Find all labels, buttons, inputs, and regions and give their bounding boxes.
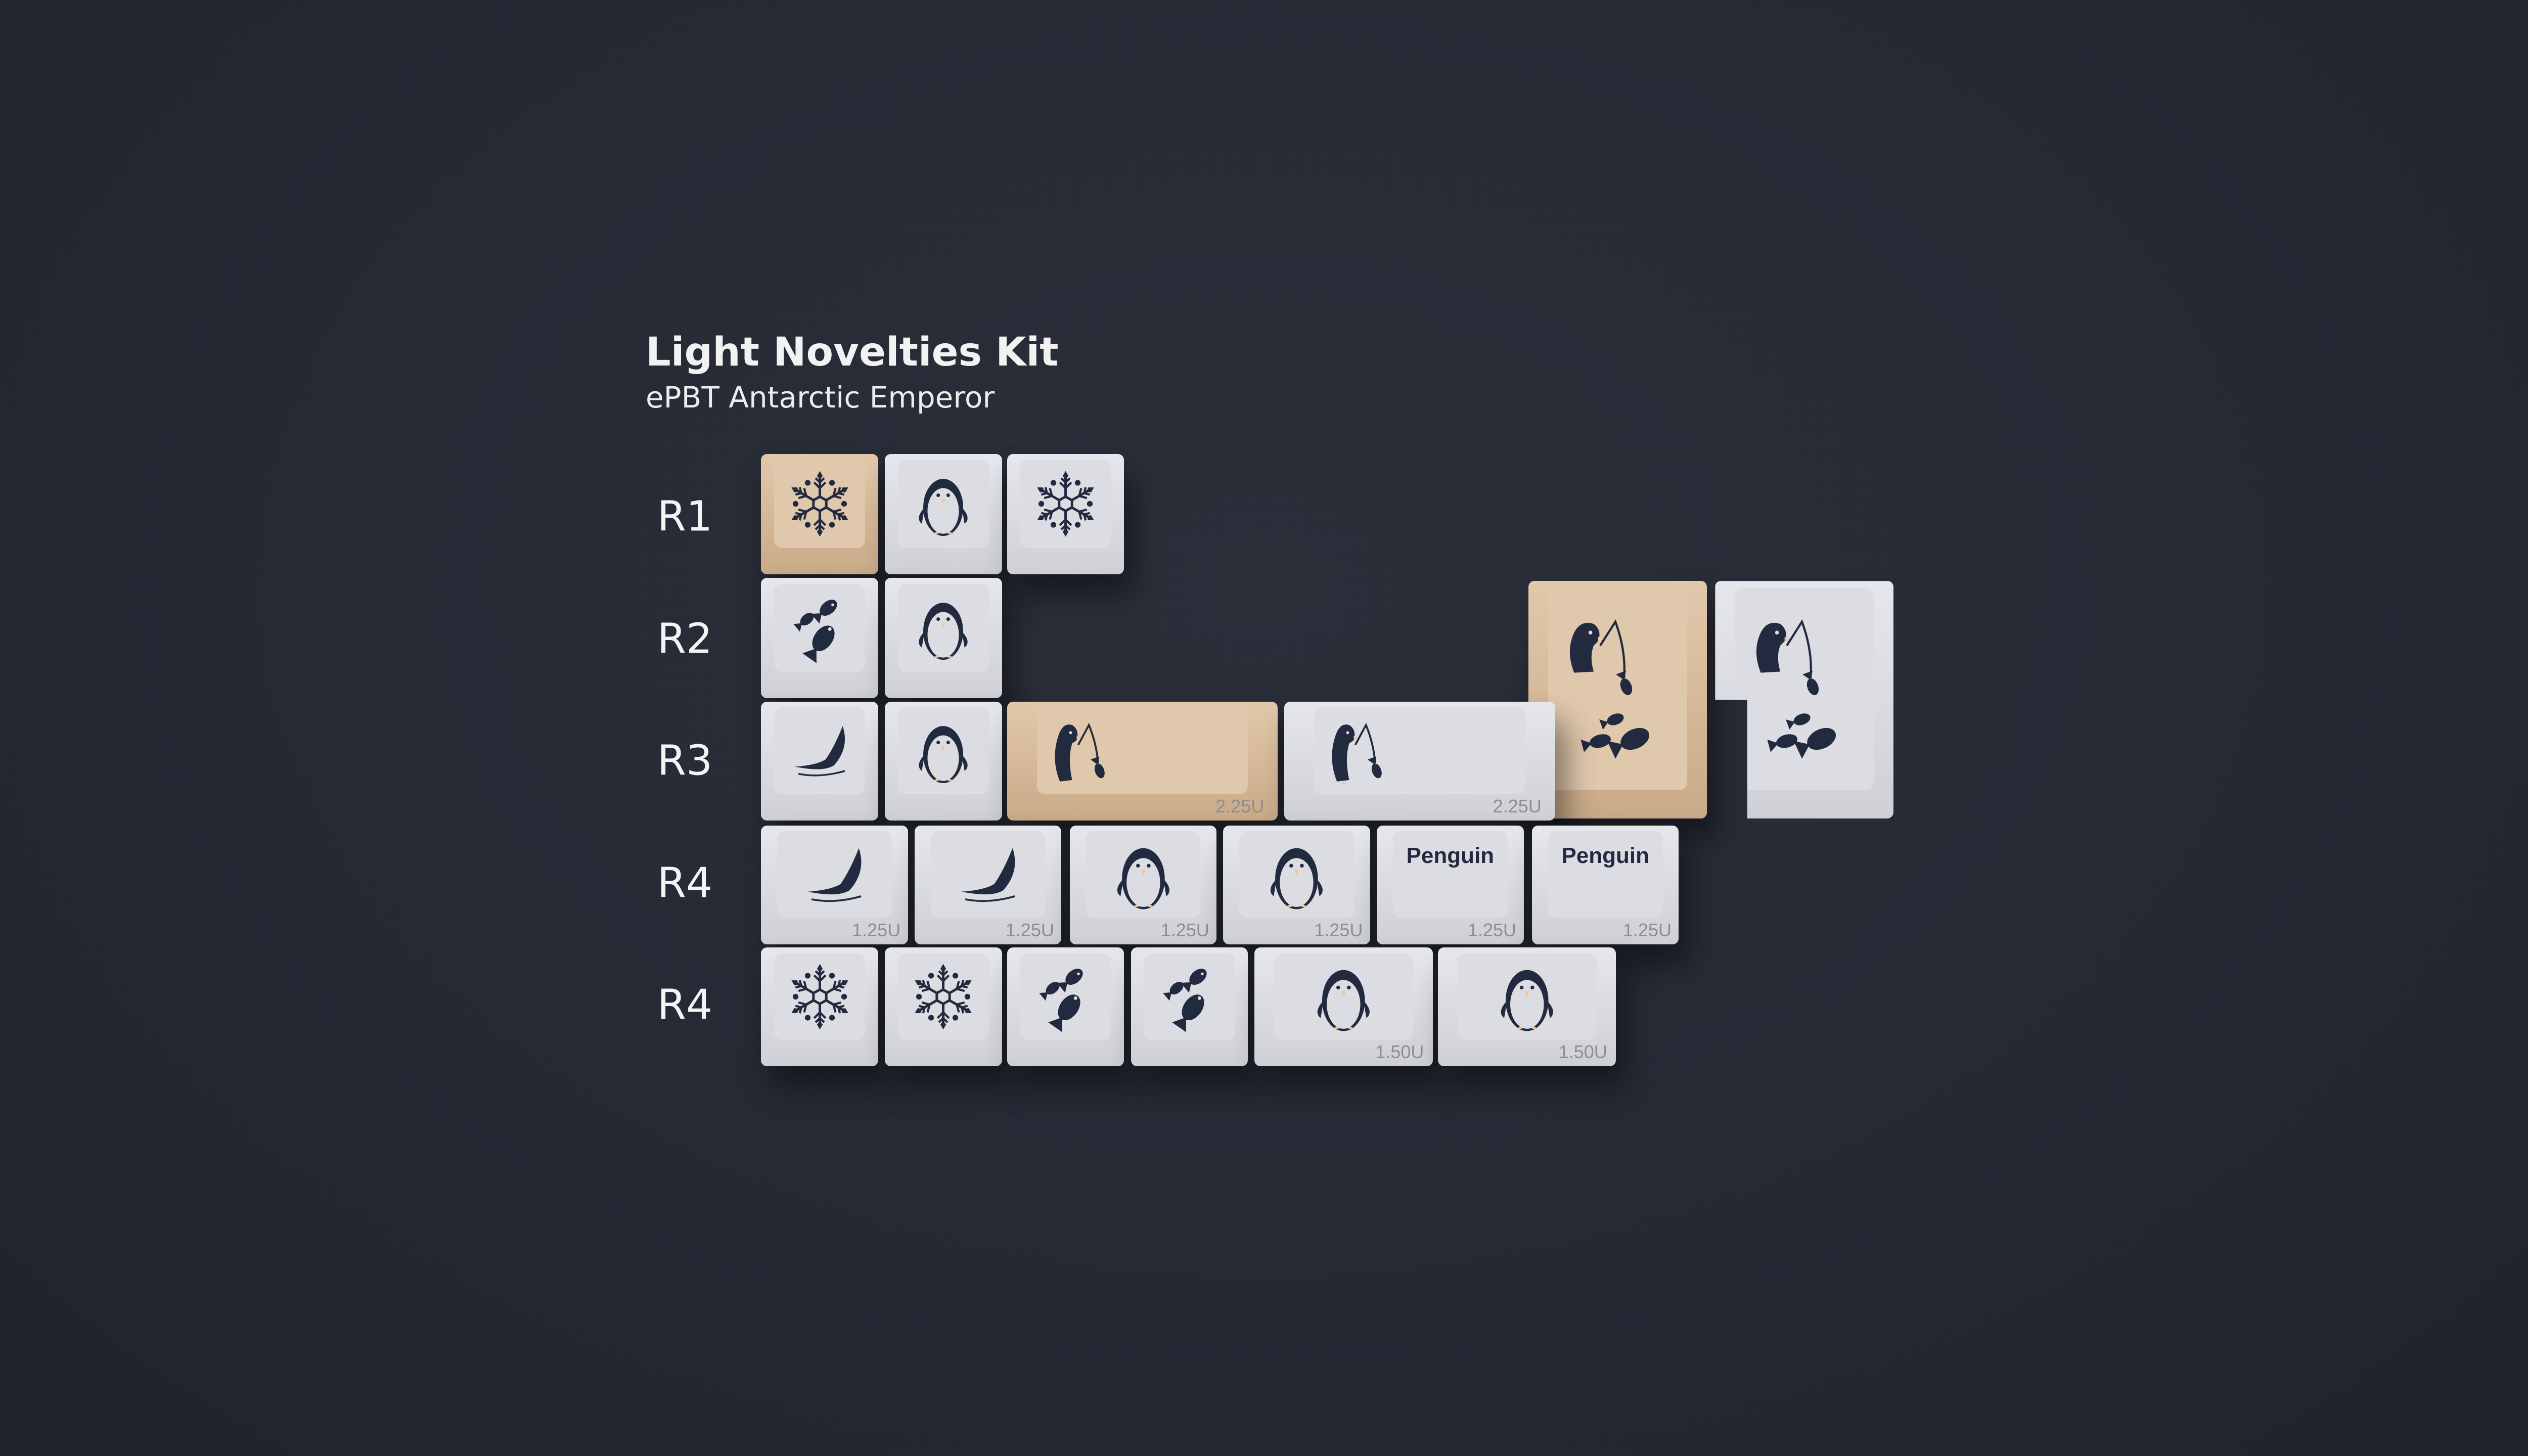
keycap-whale-tail: 1.25U: [761, 825, 908, 944]
row-label: R3: [657, 737, 713, 785]
keycap-size-label: 1.50U: [1375, 1041, 1424, 1063]
keycap-penguin: 1.25U: [1069, 825, 1217, 944]
fish-icon: [774, 584, 866, 672]
keycap-penguin: [885, 577, 1002, 699]
keycap-face: [774, 460, 866, 548]
row-label: R1: [657, 492, 713, 541]
keycap-snowflake: [761, 947, 878, 1067]
snowflake-icon: [774, 953, 866, 1040]
keycap-face: [1314, 707, 1525, 794]
keycap-legend-text: Penguin: [1406, 843, 1495, 869]
keycap-penguin: [885, 701, 1002, 821]
keycap-size-label: 1.50U: [1558, 1041, 1607, 1063]
keycap-penguin: 1.50U: [1254, 947, 1433, 1067]
keycap-face: [1144, 953, 1235, 1040]
penguin-icon: [1458, 953, 1597, 1040]
keycap-face: [897, 460, 989, 548]
keycap-face: [1086, 831, 1201, 918]
keycap-fishing-penguin-tall: [1528, 581, 1707, 819]
keycap-size-label: 2.25U: [1493, 795, 1542, 816]
keycap-legend-text: Penguin: [1561, 843, 1649, 869]
keycap-text: Penguin 1.25U: [1531, 825, 1679, 944]
keycap-fishing-penguin-tall: [1715, 581, 1893, 819]
keycap-fish: [761, 577, 878, 699]
keycap-face: [930, 831, 1046, 918]
keycap-size-label: 2.25U: [1215, 795, 1265, 816]
keycap-snowflake: [1007, 453, 1124, 575]
kit-title: Light Novelties Kit: [646, 330, 1059, 375]
penguin-icon: [1274, 953, 1413, 1040]
row-label: R4: [657, 981, 713, 1029]
keycap-fish: [1131, 947, 1248, 1067]
row-label: R2: [657, 615, 713, 663]
penguin-icon: [898, 460, 989, 548]
keycap-penguin: 1.50U: [1437, 947, 1616, 1067]
keycap-face: [1548, 588, 1688, 791]
keycap-face: Penguin: [1392, 831, 1508, 918]
keycap-penguin: 1.25U: [1223, 825, 1370, 944]
whale-tail-icon: [931, 831, 1046, 918]
keycap-face: [897, 707, 989, 794]
fishing-penguin-icon: [1314, 707, 1525, 794]
whale-tail-icon: [777, 831, 892, 918]
snowflake-icon: [774, 460, 866, 548]
keycap-size-label: 1.25U: [1622, 919, 1672, 940]
keycap-face: [1239, 831, 1354, 918]
kit-subtitle: ePBT Antarctic Emperor: [646, 380, 995, 415]
fishing-penguin-tall-icon: [1735, 588, 1874, 790]
keycap-size-label: 1.25U: [1005, 919, 1054, 940]
snowflake-icon: [1020, 460, 1111, 548]
fish-icon: [1144, 953, 1235, 1040]
fish-icon: [1020, 953, 1111, 1040]
keycap-face: [774, 953, 866, 1040]
keycap-size-label: 1.25U: [1160, 919, 1209, 940]
keycap-face: [774, 583, 866, 672]
keycap-snowflake: [885, 947, 1002, 1067]
fishing-penguin-tall-icon: [1548, 588, 1687, 790]
keycap-penguin: [885, 453, 1002, 575]
snowflake-icon: [898, 953, 989, 1040]
keycap-face: [1274, 953, 1414, 1040]
keycap-face: [897, 583, 989, 672]
keycap-face: [774, 707, 866, 794]
keycap-whale-tail: [761, 701, 878, 821]
keycap-size-label: 1.25U: [1467, 919, 1517, 940]
keycap-face: [1735, 588, 1874, 791]
keycap-face: [897, 953, 989, 1040]
keycap-face: [1020, 460, 1111, 548]
keycap-size-label: 1.25U: [852, 919, 901, 940]
keycap-face: [1020, 953, 1111, 1040]
whale-tail-icon: [774, 707, 866, 794]
keycap-face: [777, 831, 892, 918]
keycap-fishing-penguin: 2.25U: [1284, 701, 1555, 821]
penguin-icon: [898, 707, 989, 794]
penguin-icon: [898, 584, 989, 672]
keycap-face: [1036, 707, 1248, 794]
keycap-text: Penguin 1.25U: [1377, 825, 1524, 944]
row-label: R4: [657, 859, 713, 907]
fishing-penguin-icon: [1037, 707, 1248, 794]
keycap-face: [1457, 953, 1597, 1040]
keycap-size-label: 1.25U: [1314, 919, 1363, 940]
keycap-snowflake: [761, 453, 878, 575]
keycap-whale-tail: 1.25U: [914, 825, 1062, 944]
keycap-fish: [1007, 947, 1124, 1067]
penguin-icon: [1086, 831, 1201, 918]
keycap-face: Penguin: [1548, 831, 1663, 918]
keycap-fishing-penguin: 2.25U: [1007, 701, 1278, 821]
penguin-icon: [1239, 831, 1354, 918]
